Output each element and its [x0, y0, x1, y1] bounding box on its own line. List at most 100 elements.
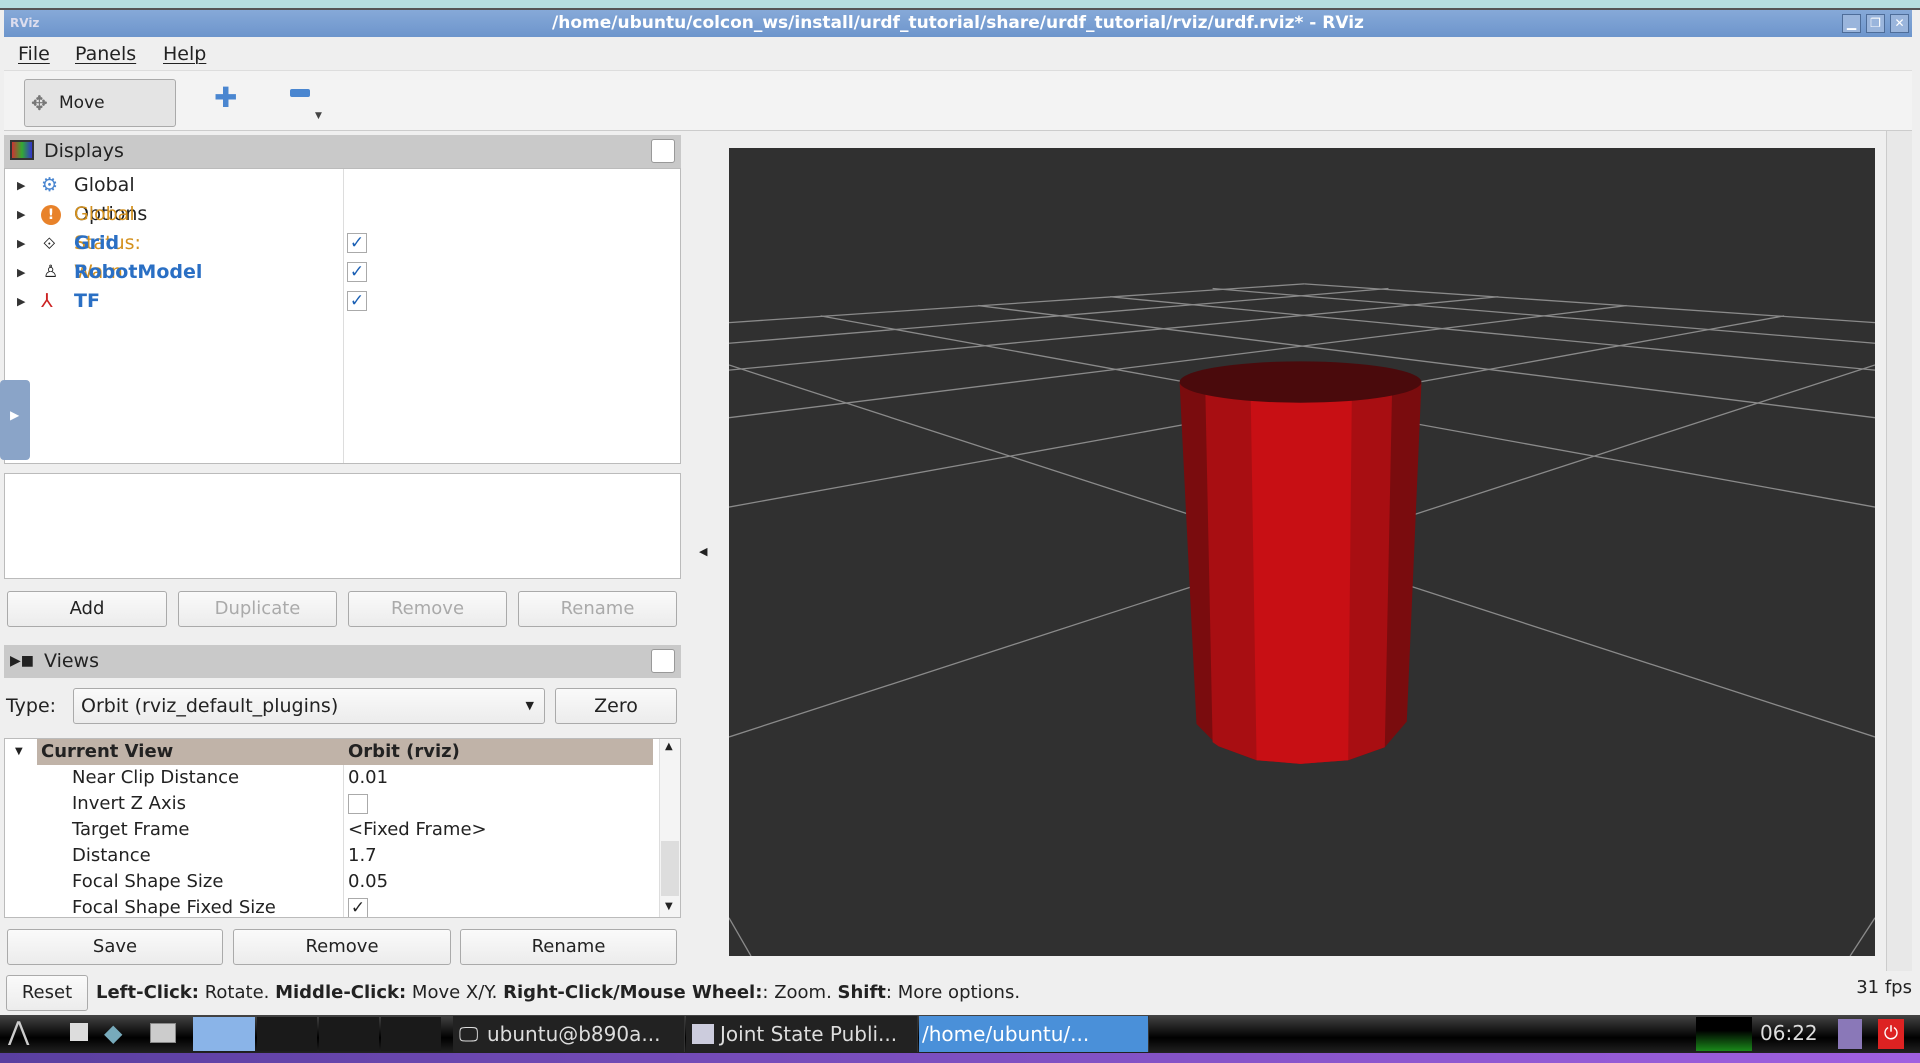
rviz-logo-icon: RViz: [10, 16, 40, 30]
vertical-scrollbar[interactable]: ▲ ▼: [659, 739, 680, 917]
axes-icon: ⅄: [41, 290, 53, 312]
menu-panels[interactable]: Panels: [75, 43, 136, 65]
expand-arrow-icon[interactable]: ▶: [17, 200, 25, 229]
move-camera-button[interactable]: ✥ Move Camera: [24, 79, 176, 159]
robot-cylinder: [1179, 361, 1422, 764]
expand-arrow-icon[interactable]: ▶: [17, 287, 25, 316]
file-manager-icon[interactable]: [70, 1023, 88, 1041]
task-rviz[interactable]: /home/ubuntu/...: [919, 1016, 1149, 1052]
rename-view-button[interactable]: Rename: [460, 929, 677, 965]
expand-arrow-icon[interactable]: ▶: [17, 229, 25, 258]
focal-fixed-checkbox[interactable]: ✓: [348, 898, 368, 917]
gear-icon: ⚙: [41, 174, 59, 196]
close-button[interactable]: ✕: [1890, 14, 1909, 33]
remove-display-button[interactable]: Remove: [348, 591, 507, 627]
views-title: Views: [4, 645, 681, 678]
displays-float-toggle[interactable]: [651, 139, 675, 163]
workspace-3[interactable]: [319, 1017, 379, 1051]
current-view-row[interactable]: ▼ Current View Orbit (rviz): [5, 739, 653, 765]
tf-enabled-checkbox[interactable]: ✓: [347, 291, 367, 311]
displays-title: Displays: [4, 135, 681, 168]
property-row[interactable]: Invert Z Axis: [5, 791, 653, 817]
start-menu-icon[interactable]: ⋀: [8, 1017, 29, 1047]
power-icon[interactable]: ⏻: [1878, 1019, 1904, 1049]
taskbar: ⋀ ◆ 🖵 ubuntu@b890a... Joint State Publi..…: [0, 1015, 1920, 1053]
displays-tree: ▶ ⚙ Global Options ▶ ! Global Status: Wa…: [4, 168, 681, 464]
workspace-4[interactable]: [381, 1017, 441, 1051]
remove-view-button[interactable]: Remove: [233, 929, 451, 965]
dropdown-arrow-icon[interactable]: ▼: [315, 111, 322, 121]
property-row[interactable]: Near Clip Distance 0.01: [5, 765, 653, 791]
display-item-grid[interactable]: ▶ ⟐ Grid ✓: [5, 229, 682, 258]
workspace-2[interactable]: [257, 1017, 317, 1051]
grid-enabled-checkbox[interactable]: ✓: [347, 233, 367, 253]
view-type-select[interactable]: Orbit (rviz_default_plugins) ▼: [73, 688, 545, 724]
title-bar: RViz /home/ubuntu/colcon_ws/install/urdf…: [4, 10, 1912, 37]
move-arrows-icon: ✥: [31, 91, 48, 115]
property-row[interactable]: Target Frame <Fixed Frame>: [5, 817, 653, 843]
expand-arrow-icon[interactable]: ▶: [17, 258, 25, 287]
minus-icon[interactable]: [290, 89, 310, 97]
menu-file[interactable]: File: [18, 43, 50, 65]
reset-button[interactable]: Reset: [6, 975, 88, 1011]
grid-icon: ⟐: [43, 234, 56, 253]
status-help-text: Left-Click: Rotate. Middle-Click: Move X…: [96, 982, 1021, 1003]
window-title: /home/ubuntu/colcon_ws/install/urdf_tuto…: [552, 13, 1364, 33]
view-properties-tree: ▼ Current View Orbit (rviz) Near Clip Di…: [4, 738, 681, 918]
expand-arrow-icon[interactable]: ▶: [17, 171, 25, 200]
toolbar: ✥ Move Camera ✚ ▼: [4, 71, 1912, 159]
workspace-1[interactable]: [193, 1017, 255, 1051]
save-view-button[interactable]: Save: [7, 929, 223, 965]
views-header: Views ▶■: [4, 645, 681, 678]
collapse-left-icon[interactable]: ◀: [699, 545, 707, 558]
network-icon[interactable]: [1838, 1019, 1862, 1049]
view-type-value: Orbit (rviz_default_plugins): [81, 695, 339, 717]
type-label: Type:: [6, 695, 57, 717]
fps-counter: 31 fps: [1856, 977, 1912, 998]
plus-icon[interactable]: ✚: [214, 81, 237, 114]
3d-scene: [729, 148, 1875, 956]
desktop-bottom: [0, 1053, 1920, 1063]
property-name: Current View: [41, 741, 174, 762]
window-icon: [692, 1024, 714, 1044]
clock: 06:22: [1760, 1021, 1818, 1045]
3d-viewport[interactable]: [729, 148, 1875, 956]
desktop-top-strip: [0, 0, 1920, 10]
minimize-button[interactable]: ▁: [1842, 14, 1861, 33]
cpu-monitor: [1696, 1017, 1752, 1051]
views-float-toggle[interactable]: [651, 649, 675, 673]
menu-bar: File Panels Help: [4, 37, 1912, 71]
side-dock-handle[interactable]: ▶: [0, 380, 30, 460]
browser-icon[interactable]: ◆: [104, 1019, 122, 1047]
property-row[interactable]: Distance 1.7: [5, 843, 653, 869]
invert-z-checkbox[interactable]: [348, 794, 368, 814]
display-item-robotmodel[interactable]: ▶ ♙ RobotModel ✓: [5, 258, 682, 287]
display-label: RobotModel: [74, 261, 203, 283]
task-joint-state-publisher[interactable]: Joint State Publi...: [686, 1016, 918, 1052]
show-desktop-icon[interactable]: [150, 1023, 176, 1043]
display-label: Grid: [74, 232, 120, 254]
camera-icon: ▶■: [10, 653, 34, 669]
right-dock-area: [1886, 131, 1912, 971]
display-item-tf[interactable]: ▶ ⅄ TF ✓: [5, 287, 682, 316]
warning-icon: !: [41, 205, 61, 225]
robot-icon: ♙: [43, 262, 59, 282]
task-terminal[interactable]: 🖵 ubuntu@b890a...: [453, 1016, 685, 1052]
robotmodel-enabled-checkbox[interactable]: ✓: [347, 262, 367, 282]
displays-header: Displays: [4, 135, 681, 168]
maximize-button[interactable]: ❐: [1866, 14, 1885, 33]
property-row[interactable]: Focal Shape Fixed Size ✓: [5, 895, 653, 917]
collapse-arrow-icon[interactable]: ▼: [15, 739, 23, 765]
chevron-down-icon: ▼: [525, 699, 534, 712]
add-display-button[interactable]: Add: [7, 591, 167, 627]
duplicate-display-button[interactable]: Duplicate: [178, 591, 337, 627]
display-label: TF: [74, 290, 100, 312]
property-row[interactable]: Focal Shape Size 0.05: [5, 869, 653, 895]
menu-help[interactable]: Help: [163, 43, 206, 65]
status-bar: Reset Left-Click: Rotate. Middle-Click: …: [4, 973, 1912, 1013]
description-box: [4, 473, 681, 579]
property-value: Orbit (rviz): [348, 741, 460, 762]
monitor-icon: [10, 140, 34, 160]
zero-button[interactable]: Zero: [555, 688, 677, 724]
rename-display-button[interactable]: Rename: [518, 591, 677, 627]
